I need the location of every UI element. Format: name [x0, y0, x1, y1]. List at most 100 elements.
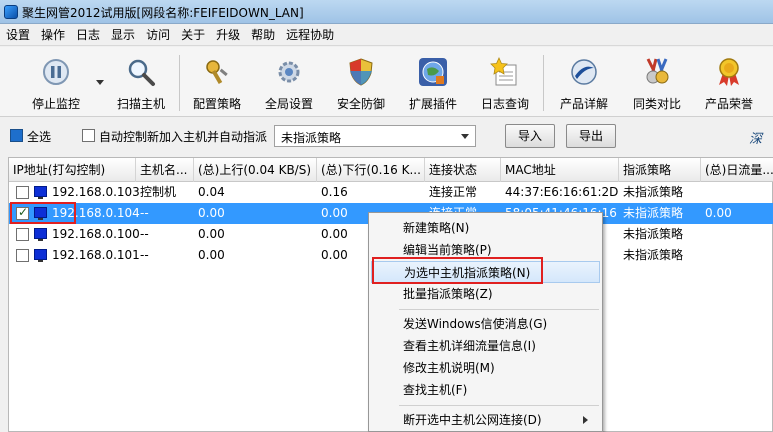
toolbar: 停止监控 扫描主机 配置策略 全局设置 安全防御 扩展插件 日志查询 产品详解 … — [0, 47, 773, 117]
row-mac: 44:37:E6:16:61:2D — [505, 185, 619, 199]
log-query-button[interactable]: 日志查询 — [474, 51, 536, 115]
menu-item-traffic-info[interactable]: 查看主机详细流量信息(I) — [371, 335, 600, 357]
menu-remote-assist[interactable]: 远程协助 — [286, 26, 334, 43]
table-row[interactable]: 192.168.0.103 控制机 0.04 0.16 连接正常 44:37:E… — [9, 182, 773, 203]
magnifier-icon — [128, 59, 155, 86]
product-details-button[interactable]: 产品详解 — [553, 51, 615, 115]
export-button[interactable]: 导出 — [566, 124, 616, 148]
row-host: 控制机 — [140, 185, 177, 199]
menu-bar: 设置 操作 日志 显示 访问 关于 升级 帮助 远程协助 — [0, 24, 773, 46]
pause-icon — [43, 59, 69, 85]
toolbar-divider — [179, 55, 180, 111]
column-header-upload[interactable]: (总)上行(0.04 KB/S) — [194, 158, 317, 182]
context-menu: 新建策略(N) 编辑当前策略(P) 为选中主机指派策略(N) 批量指派策略(Z)… — [368, 212, 603, 432]
row-status: 连接正常 — [429, 185, 478, 199]
menu-log[interactable]: 日志 — [76, 26, 100, 43]
menu-divider — [399, 405, 599, 406]
row-host: -- — [140, 206, 149, 220]
column-header-daily[interactable]: (总)日流量... — [701, 158, 773, 182]
auto-control-label: 自动控制新加入主机并自动指派 — [99, 130, 268, 144]
stop-monitor-label: 停止监控 — [31, 97, 80, 111]
menu-view[interactable]: 显示 — [111, 26, 135, 43]
menu-help[interactable]: 帮助 — [251, 26, 275, 43]
menu-item-new-policy[interactable]: 新建策略(N) — [371, 217, 600, 239]
select-all-label: 全选 — [27, 130, 52, 144]
row-upload: 0.04 — [198, 185, 225, 199]
menu-item-assign-policy[interactable]: 为选中主机指派策略(N) — [371, 261, 600, 283]
plugins-label: 扩展插件 — [408, 97, 457, 111]
stop-monitor-button[interactable]: 停止监控 — [24, 51, 88, 115]
row-checkbox[interactable] — [16, 205, 29, 220]
row-checkbox[interactable] — [16, 228, 29, 241]
policy-select-value: 未指派策略 — [281, 131, 342, 145]
menu-item-edit-policy[interactable]: 编辑当前策略(P) — [371, 239, 600, 261]
global-settings-button[interactable]: 全局设置 — [258, 51, 320, 115]
import-button[interactable]: 导入 — [505, 124, 555, 148]
log-query-label: 日志查询 — [480, 97, 529, 111]
menu-upgrade[interactable]: 升级 — [216, 26, 240, 43]
row-host: -- — [140, 248, 149, 262]
row-daily: 0.00 — [705, 206, 732, 220]
row-daily — [701, 245, 705, 266]
menu-about[interactable]: 关于 — [181, 26, 205, 43]
row-daily — [701, 182, 705, 203]
column-header-policy[interactable]: 指派策略 — [619, 158, 701, 182]
computer-icon — [34, 228, 47, 241]
column-header-download[interactable]: (总)下行(0.16 K... — [317, 158, 425, 182]
row-ip: 192.168.0.103 — [52, 185, 140, 199]
row-policy: 未指派策略 — [623, 206, 684, 220]
row-ip: 192.168.0.100 — [52, 227, 140, 241]
computer-icon — [34, 249, 47, 262]
chevron-down-icon — [461, 134, 469, 139]
menu-item-edit-host[interactable]: 修改主机说明(M) — [371, 357, 600, 379]
window-title: 聚生网管2012试用版[网段名称:FEIFEIDOWN_LAN] — [22, 6, 304, 20]
row-download: 0.00 — [321, 248, 348, 262]
column-header-status[interactable]: 连接状态 — [425, 158, 501, 182]
row-upload: 0.00 — [198, 227, 225, 241]
filter-bar: 全选 自动控制新加入主机并自动指派 未指派策略 导入 导出 深 — [0, 118, 773, 154]
row-upload: 0.00 — [198, 206, 225, 220]
menu-item-send-message[interactable]: 发送Windows信使消息(G) — [371, 313, 600, 335]
scan-host-button[interactable]: 扫描主机 — [110, 51, 172, 115]
row-ip: 192.168.0.104 — [52, 206, 140, 220]
auto-control-checkbox[interactable] — [82, 129, 95, 142]
computer-icon — [34, 186, 47, 199]
shield-icon — [349, 58, 373, 86]
policy-select[interactable]: 未指派策略 — [274, 125, 476, 147]
global-settings-label: 全局设置 — [264, 97, 313, 111]
gear-icon — [278, 61, 300, 83]
row-checkbox[interactable] — [16, 249, 29, 262]
menu-item-disconnect-label: 断开选中主机公网连接(D) — [403, 413, 542, 427]
chevron-down-icon[interactable] — [96, 80, 104, 85]
honors-button[interactable]: 产品荣誉 — [698, 51, 760, 115]
config-policy-button[interactable]: 配置策略 — [186, 51, 248, 115]
star-document-icon — [490, 57, 517, 86]
row-daily — [701, 224, 705, 245]
title-bar: 聚生网管2012试用版[网段名称:FEIFEIDOWN_LAN] — [0, 0, 773, 24]
security-button[interactable]: 安全防御 — [330, 51, 392, 115]
toolbar-divider — [543, 55, 544, 111]
column-header-mac[interactable]: MAC地址 — [501, 158, 619, 182]
menu-divider — [399, 309, 599, 310]
row-download: 0.00 — [321, 227, 348, 241]
menu-item-find-host[interactable]: 查找主机(F) — [371, 379, 600, 401]
app-icon — [4, 5, 18, 19]
column-header-host[interactable]: 主机名... — [136, 158, 194, 182]
scan-host-label: 扫描主机 — [116, 97, 165, 111]
row-checkbox[interactable] — [16, 186, 29, 199]
product-details-label: 产品详解 — [559, 97, 608, 111]
row-host: -- — [140, 227, 149, 241]
menu-settings[interactable]: 设置 — [6, 26, 30, 43]
compare-label: 同类对比 — [632, 97, 681, 111]
plugins-button[interactable]: 扩展插件 — [402, 51, 464, 115]
compare-button[interactable]: 同类对比 — [626, 51, 688, 115]
column-header-ip[interactable]: IP地址(打勾控制) — [9, 158, 136, 182]
menu-item-batch-assign[interactable]: 批量指派策略(Z) — [371, 283, 600, 305]
table-header: IP地址(打勾控制) 主机名... (总)上行(0.04 KB/S) (总)下行… — [9, 158, 773, 182]
menu-operate[interactable]: 操作 — [41, 26, 65, 43]
select-all-checkbox[interactable] — [10, 129, 23, 142]
menu-item-disconnect[interactable]: 断开选中主机公网连接(D) — [371, 409, 600, 431]
menu-access[interactable]: 访问 — [146, 26, 170, 43]
deep-link[interactable]: 深 — [749, 128, 762, 147]
row-policy: 未指派策略 — [623, 227, 684, 241]
